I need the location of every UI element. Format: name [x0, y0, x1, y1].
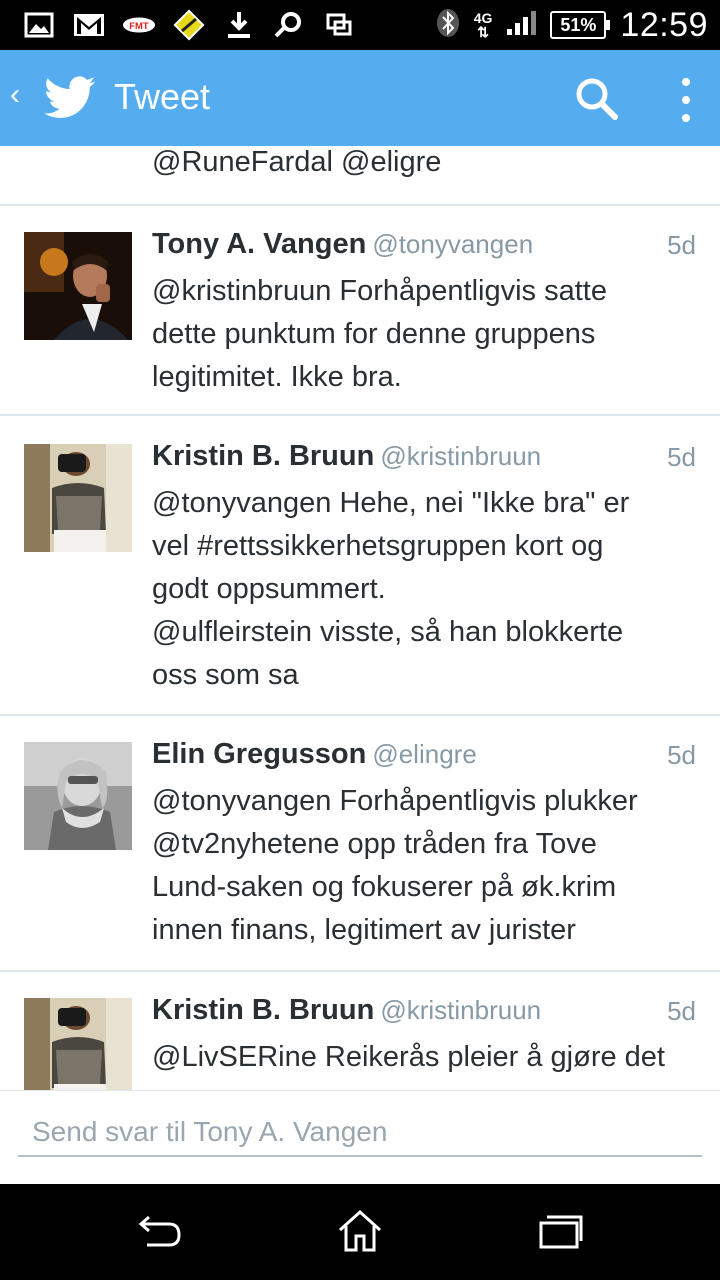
tweet-author-handle[interactable]: @elingre — [372, 739, 476, 769]
recents-icon[interactable] — [530, 1206, 590, 1256]
tweet-author-handle[interactable]: @kristinbruun — [380, 441, 541, 471]
tweet-header: Kristin B. Bruun @kristinbruun — [152, 440, 696, 473]
tweet-text-line: @ulfleirstein visste, så han blokkerte — [152, 616, 624, 648]
overflow-menu-icon[interactable] — [668, 72, 704, 128]
tweet-author-name[interactable]: Tony A. Vangen — [152, 228, 366, 260]
image-icon — [22, 11, 56, 39]
gear-icon — [272, 11, 306, 39]
tweet-author-handle[interactable]: @tonyvangen — [372, 229, 533, 259]
tweet-feed[interactable]: @RuneFardal @eligre Tony A. Vangen @tonyv… — [0, 146, 720, 1090]
tweet-text-line: @LivSERine Reikerås pleier å gjøre det — [152, 1041, 665, 1073]
system-status: 4G ⇅ 51% 12:59 — [436, 0, 708, 50]
tweet-text: @tonyvangen Forhåpentligvis plukker @tv2… — [152, 780, 700, 952]
back-icon[interactable] — [130, 1206, 190, 1256]
divider — [0, 414, 720, 416]
tweet-text: @kristinbruun Forhåpentligvis satte dett… — [152, 270, 700, 399]
search-icon[interactable] — [572, 74, 622, 124]
divider — [0, 204, 720, 206]
avatar[interactable] — [24, 444, 132, 552]
tweet-text-line: @tv2nyhetene opp tråden fra Tove — [152, 828, 597, 860]
tweet-author-handle[interactable]: @kristinbruun — [380, 995, 541, 1025]
screen-icon — [322, 11, 356, 39]
tweet-text-line: legitimitet. Ikke bra. — [152, 361, 402, 393]
avatar[interactable] — [24, 998, 132, 1090]
twitter-bird-icon[interactable] — [44, 76, 96, 125]
home-icon[interactable] — [330, 1206, 390, 1256]
app-bar: ‹ Tweet — [0, 50, 720, 146]
tweet-timestamp: 5d — [667, 996, 696, 1026]
tweet-text-line: Lund-saken og fokuserer på øk.krim — [152, 871, 617, 903]
tweet-author-name[interactable]: Kristin B. Bruun — [152, 994, 374, 1026]
reply-bar — [0, 1090, 720, 1185]
partial-tweet-text: @RuneFardal @eligre — [152, 146, 442, 178]
tweet-text: @tonyvangen Hehe, nei "Ikke bra" er vel … — [152, 482, 700, 697]
tweet-text-line: @tonyvangen Forhåpentligvis plukker — [152, 785, 638, 817]
battery-icon: 51% — [550, 11, 611, 39]
download-icon — [222, 11, 256, 39]
tweet-header: Tony A. Vangen @tonyvangen — [152, 228, 696, 261]
notification-icons: FMT — [22, 8, 356, 42]
tweet-text-line: godt oppsummert. — [152, 573, 386, 605]
avatar[interactable] — [24, 232, 132, 340]
signal-icon — [506, 9, 537, 42]
chevron-left-icon[interactable]: ‹ — [10, 78, 20, 112]
tweet-text-line: innen finans, legitimert av jurister — [152, 914, 576, 946]
reply-input[interactable] — [18, 1109, 702, 1157]
gmail-icon — [72, 11, 106, 39]
tweet-text-line: vel #rettssikkerhetsgruppen kort og — [152, 530, 604, 562]
bluetooth-icon — [436, 8, 460, 43]
tweet-author-name[interactable]: Kristin B. Bruun — [152, 440, 374, 472]
tweet-text: @LivSERine Reikerås pleier å gjøre det — [152, 1036, 700, 1079]
divider — [0, 714, 720, 716]
divider — [0, 970, 720, 972]
tweet-text-line: @tonyvangen Hehe, nei "Ikke bra" er — [152, 487, 630, 519]
tweet-timestamp: 5d — [667, 442, 696, 472]
fmt-icon: FMT — [122, 11, 156, 39]
tweet-header: Kristin B. Bruun @kristinbruun — [152, 994, 696, 1027]
svg-text:FMT: FMT — [129, 21, 149, 32]
app-icon — [172, 9, 206, 41]
tweet-text-line: @kristinbruun Forhåpentligvis satte — [152, 275, 607, 307]
tweet-timestamp: 5d — [667, 230, 696, 260]
avatar[interactable] — [24, 742, 132, 850]
clock: 12:59 — [620, 5, 708, 44]
tweet-author-name[interactable]: Elin Gregusson — [152, 738, 366, 770]
status-bar: FMT 4G ⇅ 51% 12:59 — [0, 0, 720, 50]
page-title: Tweet — [114, 76, 211, 117]
network-type: 4G ⇅ — [473, 10, 493, 40]
tweet-text-line: oss som sa — [152, 659, 299, 691]
navigation-bar — [0, 1184, 720, 1280]
tweet-text-line: dette punktum for denne gruppens — [152, 318, 596, 350]
tweet-header: Elin Gregusson @elingre — [152, 738, 696, 771]
tweet-timestamp: 5d — [667, 740, 696, 770]
